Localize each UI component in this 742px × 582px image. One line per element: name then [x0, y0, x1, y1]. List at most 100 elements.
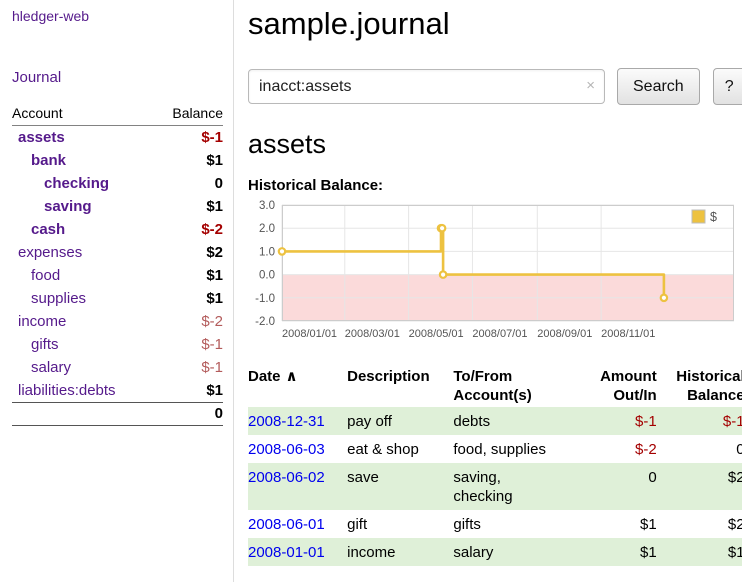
- account-row: saving $1: [12, 195, 223, 218]
- sidebar-account-food[interactable]: food: [31, 267, 60, 284]
- transaction-date-link[interactable]: 2008-06-01: [248, 516, 325, 533]
- column-header-description: Description: [347, 365, 453, 407]
- transaction-description: pay off: [347, 407, 453, 435]
- search-button[interactable]: Search: [617, 68, 700, 105]
- page-title: sample.journal: [248, 4, 742, 44]
- search-input-wrap: ×: [248, 69, 605, 104]
- transaction-amount: 0: [584, 463, 658, 510]
- sidebar-account-income[interactable]: income: [18, 313, 66, 330]
- legend-label: $: [710, 210, 717, 224]
- x-tick-label: 2008/07/01: [472, 328, 527, 340]
- help-button[interactable]: ?: [713, 68, 742, 105]
- register-row: 2008-06-01giftgifts$1$2: [248, 510, 742, 538]
- account-balance: $-1: [154, 126, 223, 150]
- sidebar-account-saving[interactable]: saving: [44, 198, 92, 215]
- transaction-accounts: debts: [453, 407, 584, 435]
- register-row: 2008-06-03eat & shopfood, supplies$-20: [248, 435, 742, 463]
- column-header-accounts: To/From Account(s): [453, 365, 584, 407]
- transaction-date-link[interactable]: 2008-06-03: [248, 441, 325, 458]
- y-tick-label: -1.0: [255, 293, 275, 305]
- account-heading: assets: [248, 129, 742, 160]
- y-tick-label: -2.0: [255, 316, 275, 328]
- x-tick-label: 2008/03/01: [345, 328, 400, 340]
- account-row: expenses $2: [12, 241, 223, 264]
- sidebar-account-cash[interactable]: cash: [31, 221, 65, 238]
- sort-ascending-icon: ∧: [286, 368, 298, 385]
- transaction-balance: $1: [658, 538, 742, 566]
- transaction-balance: $2: [658, 510, 742, 538]
- y-tick-label: 2.0: [259, 223, 275, 235]
- account-balance: $-2: [154, 310, 223, 333]
- account-row: assets $-1: [12, 126, 223, 150]
- account-name-cell: salary: [12, 356, 154, 379]
- account-balance: 0: [154, 172, 223, 195]
- search-input[interactable]: [248, 69, 605, 104]
- transaction-description: save: [347, 463, 453, 510]
- account-name-cell: checking: [12, 172, 154, 195]
- sidebar-account-supplies[interactable]: supplies: [31, 290, 86, 307]
- transaction-date-cell: 2008-01-01: [248, 538, 347, 566]
- register-header-row: Date ∧ Description To/From Account(s) Amo…: [248, 365, 742, 407]
- x-tick-label: 2008/05/01: [409, 328, 464, 340]
- account-name-cell: saving: [12, 195, 154, 218]
- transaction-amount: $-2: [584, 435, 658, 463]
- account-name-cell: food: [12, 264, 154, 287]
- account-name-cell: bank: [12, 149, 154, 172]
- transaction-description: income: [347, 538, 453, 566]
- account-row: food $1: [12, 264, 223, 287]
- account-balance: $-2: [154, 218, 223, 241]
- app-layout: hledger-web Journal Account Balance asse…: [0, 0, 742, 582]
- sidebar-account-assets[interactable]: assets: [18, 129, 65, 146]
- column-header-amount: Amount Out/In: [584, 365, 658, 407]
- clear-search-icon[interactable]: ×: [586, 77, 595, 94]
- account-name-cell: gifts: [12, 333, 154, 356]
- transaction-accounts: salary: [453, 538, 584, 566]
- sidebar-account-liabilities-debts[interactable]: liabilities:debts: [18, 382, 116, 399]
- transaction-balance: $-1: [658, 407, 742, 435]
- account-balance: $1: [154, 195, 223, 218]
- y-tick-label: 0.0: [259, 270, 275, 282]
- transaction-accounts: gifts: [453, 510, 584, 538]
- data-point-marker: [661, 295, 667, 301]
- data-point-marker: [439, 225, 445, 231]
- transaction-description: eat & shop: [347, 435, 453, 463]
- account-balance: $2: [154, 241, 223, 264]
- account-row: bank$1: [12, 149, 223, 172]
- app-title-link[interactable]: hledger-web: [12, 8, 223, 24]
- sidebar: hledger-web Journal Account Balance asse…: [0, 0, 234, 582]
- sidebar-account-salary[interactable]: salary: [31, 359, 71, 376]
- transaction-amount: $-1: [584, 407, 658, 435]
- transaction-date-cell: 2008-06-02: [248, 463, 347, 510]
- search-form: × Search ?: [248, 68, 742, 105]
- y-tick-label: 3.0: [259, 200, 275, 212]
- accounts-total-value: 0: [154, 403, 223, 426]
- transaction-balance: 0: [658, 435, 742, 463]
- y-tick-label: 1.0: [259, 247, 275, 259]
- transaction-date-link[interactable]: 2008-06-02: [248, 469, 325, 486]
- chart-title: Historical Balance:: [248, 177, 742, 194]
- transaction-date-cell: 2008-12-31: [248, 407, 347, 435]
- x-tick-label: 2008/11/01: [601, 328, 655, 340]
- account-name-cell: cash: [12, 218, 154, 241]
- data-point-marker: [440, 272, 446, 278]
- account-balance: $-1: [154, 333, 223, 356]
- transaction-date-link[interactable]: 2008-12-31: [248, 413, 325, 430]
- main-content: sample.journal × Search ? assets Histori…: [234, 0, 742, 582]
- register-row: 2008-06-02savesaving, checking0$2: [248, 463, 742, 510]
- column-header-date[interactable]: Date ∧: [248, 365, 347, 407]
- account-row: cash $-2: [12, 218, 223, 241]
- account-balance: $1: [154, 264, 223, 287]
- transaction-date-link[interactable]: 2008-01-01: [248, 544, 325, 561]
- sidebar-account-expenses[interactable]: expenses: [18, 244, 82, 261]
- balance-line-chart: 3.02.01.00.0-1.0-2.02008/01/012008/03/01…: [248, 200, 739, 353]
- date-header-label: Date: [248, 368, 281, 385]
- sidebar-account-bank[interactable]: bank: [31, 152, 66, 169]
- register-row: 2008-12-31pay offdebts$-1$-1: [248, 407, 742, 435]
- sidebar-item-journal[interactable]: Journal: [12, 69, 223, 86]
- accounts-header-row: Account Balance: [12, 105, 223, 126]
- data-point-marker: [279, 248, 285, 254]
- account-balance: $1: [154, 287, 223, 310]
- sidebar-account-gifts[interactable]: gifts: [31, 336, 59, 353]
- sidebar-account-checking[interactable]: checking: [44, 175, 109, 192]
- transaction-description: gift: [347, 510, 453, 538]
